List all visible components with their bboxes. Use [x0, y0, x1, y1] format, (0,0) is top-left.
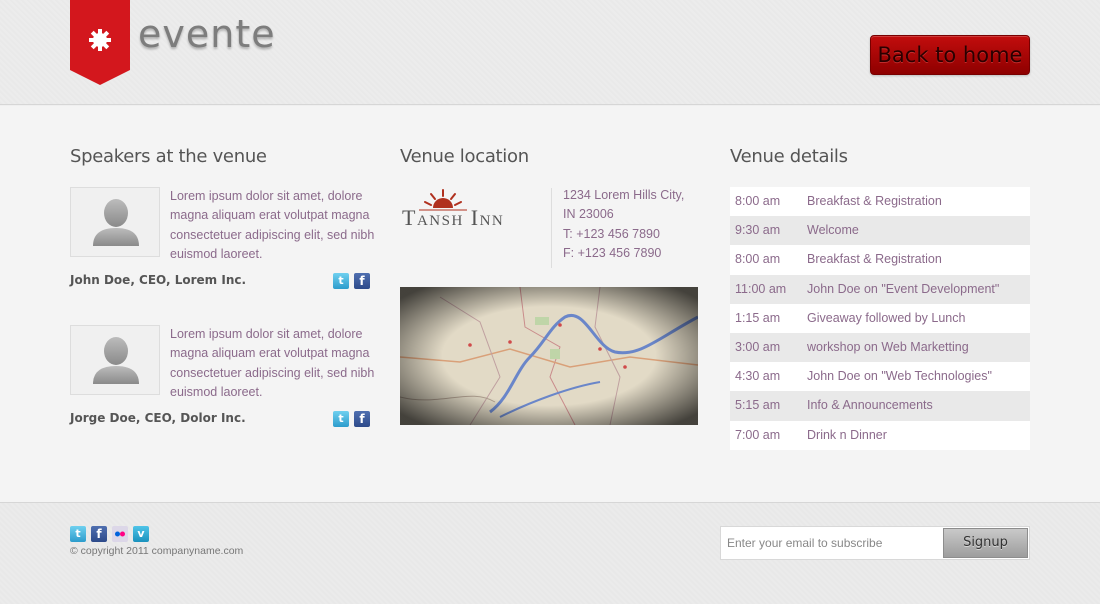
twitter-icon[interactable]: t — [333, 273, 349, 289]
schedule-time: 7:00 am — [735, 427, 781, 442]
address-line-1: 1234 Lorem Hills City, — [563, 188, 685, 202]
copyright-text: © copyright 2011 companyname.com — [70, 545, 244, 557]
table-row: 9:30 am Welcome — [730, 216, 1030, 246]
venue-name: Tansh Inn — [402, 205, 505, 230]
schedule-time: 5:15 am — [735, 398, 781, 413]
facebook-icon[interactable]: f — [91, 526, 107, 542]
table-row: 7:00 am Drink n Dinner — [730, 420, 1030, 450]
schedule-event: Breakfast & Registration — [807, 252, 942, 267]
email-subscribe-input[interactable] — [722, 528, 942, 558]
table-row: 8:00 am Breakfast & Registration — [730, 187, 1030, 217]
phone-number: T: +123 456 7890 — [563, 226, 660, 241]
schedule-time: 8:00 am — [735, 252, 781, 267]
schedule-time: 8:00 am — [735, 194, 781, 208]
venue-map[interactable] — [400, 287, 698, 425]
schedule-event: Drink n Dinner — [807, 427, 887, 442]
table-row: 5:15 am Info & Announcements — [730, 391, 1030, 421]
venue-address: 1234 Lorem Hills City, IN 23006 T: +123 … — [563, 186, 703, 263]
schedule-time: 3:00 am — [735, 339, 781, 354]
details-title: Venue details — [730, 146, 848, 167]
schedule-event: Giveaway followed by Lunch — [807, 310, 966, 325]
speaker-card: Lorem ipsum dolor sit amet, dolore magna… — [70, 325, 374, 435]
facebook-icon[interactable]: f — [354, 411, 370, 427]
schedule-time: 1:15 am — [735, 310, 781, 325]
schedule-event: workshop on Web Marketting — [807, 339, 969, 354]
speakers-title: Speakers at the venue — [70, 146, 267, 167]
speaker-bio: Lorem ipsum dolor sit amet, dolore magna… — [170, 327, 375, 399]
table-row: 3:00 am workshop on Web Marketting — [730, 332, 1030, 363]
back-to-home-button[interactable]: Back to home — [870, 35, 1030, 75]
table-row: 1:15 am Giveaway followed by Lunch — [730, 303, 1030, 333]
divider — [551, 188, 552, 268]
schedule-event: John Doe on "Web Technologies" — [807, 369, 992, 384]
venue-logo: Tansh Inn — [400, 186, 545, 266]
logo-badge[interactable] — [70, 0, 130, 85]
twitter-icon[interactable]: t — [333, 411, 349, 427]
flickr-icon[interactable] — [112, 526, 128, 542]
location-title: Venue location — [400, 146, 529, 167]
person-placeholder-icon — [93, 337, 139, 384]
site-footer: t f v © copyright 2011 companyname.com S… — [0, 502, 1100, 604]
fax-number: F: +123 456 7890 — [563, 245, 662, 260]
schedule-time: 4:30 am — [735, 369, 781, 384]
speaker-name: Jorge Doe, CEO, Dolor Inc. — [70, 411, 246, 425]
map-image — [400, 287, 698, 425]
address-line-2: IN 23006 — [563, 207, 614, 222]
avatar — [70, 187, 160, 257]
twitter-icon[interactable]: t — [70, 526, 86, 542]
speaker-name: John Doe, CEO, Lorem Inc. — [70, 273, 247, 287]
avatar — [70, 325, 160, 395]
speaker-card: Lorem ipsum dolor sit amet, dolore magna… — [70, 187, 374, 297]
schedule-event: Breakfast & Registration — [807, 194, 942, 208]
facebook-icon[interactable]: f — [354, 273, 370, 289]
table-row: 8:00 am Breakfast & Registration — [730, 245, 1030, 275]
schedule-time: 9:30 am — [735, 223, 781, 238]
schedule-time: 11:00 am — [735, 281, 787, 296]
person-placeholder-icon — [93, 199, 139, 246]
main-content: Speakers at the venue Lorem ipsum dolor … — [0, 106, 1100, 502]
subscribe-form: Signup — [720, 526, 1030, 560]
site-header: evente Back to home — [0, 0, 1100, 105]
logo-text[interactable]: evente — [138, 12, 276, 56]
flickr-dots — [115, 531, 125, 537]
star-logo-icon — [70, 0, 130, 85]
schedule-event: Welcome — [807, 223, 859, 238]
vimeo-icon[interactable]: v — [133, 526, 149, 542]
speaker-bio: Lorem ipsum dolor sit amet, dolore magna… — [170, 189, 375, 261]
table-row: 4:30 am John Doe on "Web Technologies" — [730, 362, 1030, 392]
signup-button[interactable]: Signup — [943, 528, 1028, 558]
schedule-event: Info & Announcements — [807, 398, 933, 413]
table-row: 11:00 am John Doe on "Event Development" — [730, 274, 1030, 304]
schedule-event: John Doe on "Event Development" — [807, 281, 1000, 296]
schedule-table: 8:00 am Breakfast & Registration 9:30 am… — [730, 187, 1030, 450]
